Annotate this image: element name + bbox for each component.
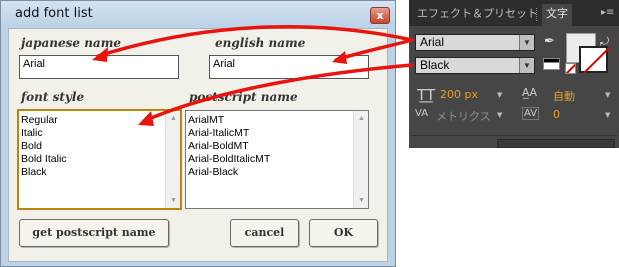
eyedropper-icon[interactable]: ✒ [544,34,558,50]
ok-button[interactable]: OK [309,219,378,247]
list-item[interactable]: Bold [21,140,67,153]
chevron-down-icon[interactable]: ▼ [497,91,502,99]
chevron-down-icon[interactable]: ▼ [519,58,534,73]
dialog-titlebar[interactable]: add font list x [1,1,395,27]
leading-value[interactable]: 自動 [553,88,575,104]
english-name-input[interactable]: Arial [209,55,369,79]
tracking-value[interactable]: 0 [553,108,560,121]
list-item[interactable]: Arial-BoldItalicMT [188,153,270,166]
list-item[interactable]: Arial-Black [188,166,270,179]
panel-divider [411,135,617,136]
stroke-color-swatch[interactable] [579,46,608,73]
list-item[interactable]: ArialMT [188,114,270,127]
font-size-value[interactable]: 200 px [440,88,478,101]
list-item[interactable]: Bold Italic [21,153,67,166]
chevron-down-icon[interactable]: ▼ [605,91,610,99]
add-font-list-dialog: add font list x japanese name english na… [0,0,396,267]
tab-effects-presets[interactable]: エフェクト＆プリセット [413,4,542,26]
close-button[interactable]: x [370,7,390,24]
english-name-label: english name [215,36,306,50]
list-item[interactable]: Italic [21,127,67,140]
list-item[interactable]: Regular [21,114,67,127]
font-style-scrollbar[interactable]: ▲ ▼ [165,111,180,208]
list-item[interactable]: Arial-BoldMT [188,140,270,153]
scroll-up-icon[interactable]: ▲ [354,111,369,126]
swap-colors-icon[interactable]: ⤾ [600,35,609,49]
get-postscript-name-button[interactable]: get postscript name [19,219,169,247]
chevron-down-icon[interactable]: ▼ [497,111,502,119]
list-item[interactable]: Black [21,166,67,179]
character-panel: エフェクト＆プリセット 文字 ▸≡ Arial ▼ ✒ ⤾ Black ▼ T͟… [409,0,619,148]
font-style-label: font style [21,90,85,104]
font-family-dropdown[interactable]: Arial ▼ [415,34,535,51]
kerning-value[interactable]: メトリクス [436,108,491,124]
font-style-dropdown[interactable]: Black ▼ [415,57,535,74]
no-color-swatch[interactable] [565,63,576,74]
kerning-icon: VA [415,108,429,119]
panel-tabbar: エフェクト＆プリセット 文字 ▸≡ [409,0,619,26]
japanese-name-label: japanese name [21,36,122,50]
chevron-down-icon[interactable]: ▼ [605,111,610,119]
japanese-name-input[interactable]: Arial [19,55,179,79]
postscript-name-list[interactable]: ArialMT Arial-ItalicMT Arial-BoldMT Aria… [185,110,369,209]
tracking-icon: AV [522,107,540,120]
chevron-down-icon[interactable]: ▼ [519,35,534,50]
tab-character[interactable]: 文字 [542,4,572,26]
scroll-up-icon[interactable]: ▲ [166,111,181,126]
scroll-down-icon[interactable]: ▼ [354,193,369,208]
postscript-scrollbar[interactable]: ▲ ▼ [353,111,368,208]
tab-grip-icon[interactable] [536,8,540,21]
close-icon: x [376,9,384,22]
font-family-value: Arial [420,35,445,49]
postscript-name-label: postscript name [189,90,298,104]
white-color-swatch[interactable] [543,62,560,70]
scroll-down-icon[interactable]: ▼ [166,193,181,208]
bottom-field[interactable] [497,139,615,148]
leading-icon: A̲A [522,86,538,99]
dialog-client-area: japanese name english name Arial Arial f… [8,28,388,262]
list-item[interactable]: Arial-ItalicMT [188,127,270,140]
font-style-value: Black [420,58,450,72]
font-size-icon: T͟T [417,86,436,104]
cancel-button[interactable]: cancel [230,219,299,247]
panel-menu-icon[interactable]: ▸≡ [601,6,615,20]
font-style-list[interactable]: Regular Italic Bold Bold Italic Black ▲ … [17,109,182,210]
dialog-title: add font list [15,6,93,21]
